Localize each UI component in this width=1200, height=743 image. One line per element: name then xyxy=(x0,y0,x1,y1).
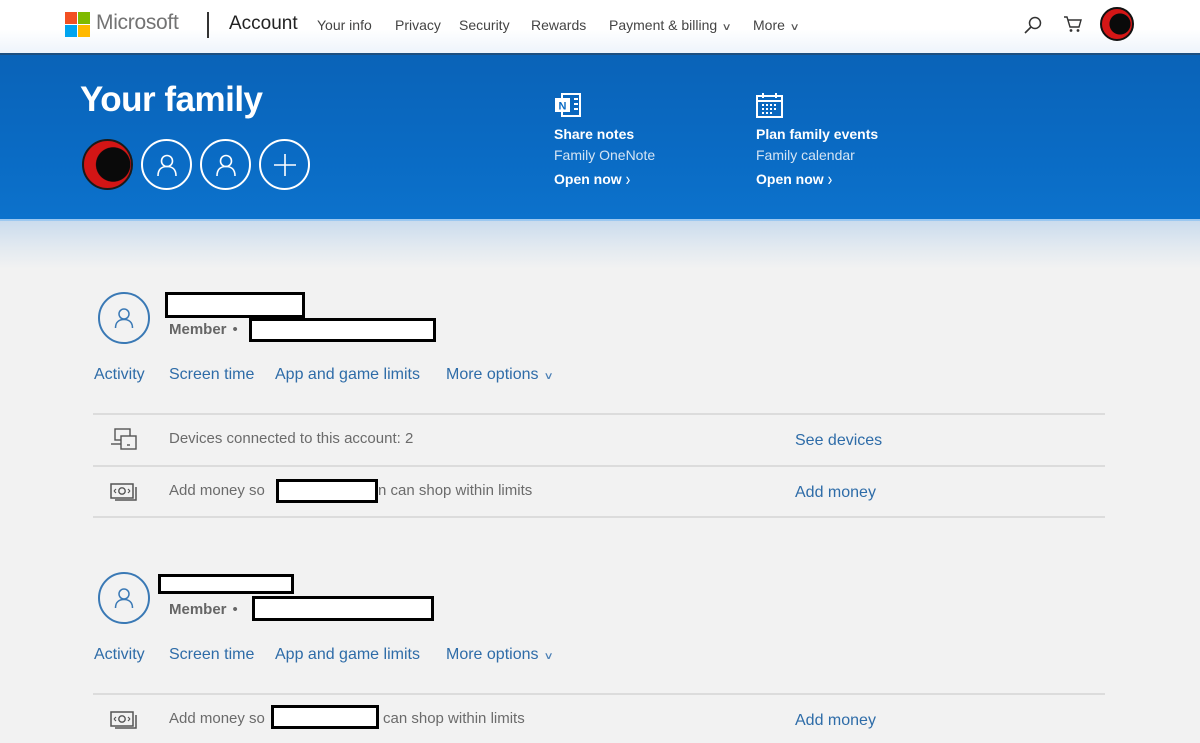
tab-app-game-limits[interactable]: App and game limits xyxy=(275,646,420,664)
promo-subtitle: Family calendar xyxy=(756,147,855,163)
member-name-redacted xyxy=(158,574,294,594)
divider xyxy=(93,465,1105,467)
nav-more[interactable]: More ∨ xyxy=(753,17,800,33)
tab-more-options[interactable]: More options ∨ xyxy=(446,366,554,384)
calendar-icon xyxy=(756,93,783,123)
add-money-text-start: Add money so xyxy=(169,482,265,499)
family-member-avatar[interactable] xyxy=(200,139,251,190)
tab-label: More options xyxy=(446,646,539,663)
nav-rewards[interactable]: Rewards xyxy=(531,17,586,33)
family-member-avatar[interactable] xyxy=(141,139,192,190)
open-calendar-link[interactable]: Open now › xyxy=(756,168,833,190)
nav-privacy[interactable]: Privacy xyxy=(395,17,441,33)
search-icon[interactable] xyxy=(1023,15,1043,40)
role-label: Member xyxy=(169,321,227,338)
person-icon xyxy=(114,308,134,329)
promo-title: Plan family events xyxy=(756,126,879,142)
tab-activity[interactable]: Activity xyxy=(94,366,145,384)
page-title: Your family xyxy=(80,80,263,119)
logo-square-blue xyxy=(65,25,77,37)
link-label: Open now xyxy=(554,171,622,187)
add-money-text-end: can shop within limits xyxy=(383,710,525,727)
nav-label: Payment & billing xyxy=(609,17,718,33)
devices-icon xyxy=(110,428,138,455)
member-role: Member • xyxy=(169,601,238,618)
nav-label: More xyxy=(753,17,785,33)
add-family-member-button[interactable] xyxy=(259,139,310,190)
logo-square-red xyxy=(65,12,77,24)
nav-label: Rewards xyxy=(531,17,587,33)
divider xyxy=(93,413,1105,415)
promo-subtitle: Family OneNote xyxy=(554,147,656,163)
nav-payment-billing[interactable]: Payment & billing ∨ xyxy=(609,17,732,33)
svg-text:N: N xyxy=(559,101,567,113)
onenote-icon: N xyxy=(554,93,582,122)
separator: • xyxy=(232,321,238,338)
member-avatar[interactable] xyxy=(98,292,150,344)
member-email-redacted xyxy=(252,596,434,621)
devices-connected-text: Devices connected to this account: 2 xyxy=(169,430,414,447)
see-devices-link[interactable]: See devices xyxy=(795,432,882,450)
microsoft-logo-icon[interactable] xyxy=(65,12,90,37)
brand-name[interactable]: Microsoft xyxy=(96,11,179,35)
add-money-link[interactable]: Add money xyxy=(795,712,876,730)
person-icon xyxy=(156,154,177,176)
nav-security[interactable]: Security xyxy=(459,17,510,33)
member-name-redacted xyxy=(271,705,379,729)
money-icon xyxy=(110,710,138,735)
chevron-down-icon: ∨ xyxy=(789,22,800,33)
chevron-down-icon: ∨ xyxy=(543,651,554,662)
top-navigation: Microsoft Account Your info Privacy Secu… xyxy=(0,0,1200,55)
add-money-text-end: n can shop within limits xyxy=(378,482,533,499)
logo-square-green xyxy=(78,12,90,24)
role-label: Member xyxy=(169,601,227,618)
nav-label: Privacy xyxy=(395,17,441,33)
tab-activity[interactable]: Activity xyxy=(94,646,145,664)
chevron-right-icon: › xyxy=(625,168,631,190)
tab-more-options[interactable]: More options ∨ xyxy=(446,646,554,664)
profile-avatar[interactable] xyxy=(1100,7,1134,41)
chevron-down-icon: ∨ xyxy=(721,22,732,33)
nav-label: Security xyxy=(459,17,510,33)
member-name-redacted xyxy=(165,292,305,318)
link-label: Open now xyxy=(756,171,824,187)
member-role: Member • xyxy=(169,321,238,338)
member-email-redacted xyxy=(249,318,436,342)
nav-your-info[interactable]: Your info xyxy=(317,17,372,33)
add-icon xyxy=(273,153,296,176)
promo-title: Share notes xyxy=(554,126,635,142)
divider xyxy=(93,516,1105,518)
separator: • xyxy=(232,601,238,618)
person-icon xyxy=(215,154,236,176)
family-member-avatar-self[interactable] xyxy=(82,139,133,190)
logo-square-yellow xyxy=(78,25,90,37)
section-title[interactable]: Account xyxy=(229,13,298,35)
hero-shadow xyxy=(0,219,1200,269)
tab-label: More options xyxy=(446,366,539,383)
tab-app-game-limits[interactable]: App and game limits xyxy=(275,366,420,384)
open-onenote-link[interactable]: Open now › xyxy=(554,168,631,190)
member-name-redacted xyxy=(276,479,378,503)
member-avatar[interactable] xyxy=(98,572,150,624)
add-money-text-start: Add money so xyxy=(169,710,265,727)
money-icon xyxy=(110,482,138,507)
tab-screen-time[interactable]: Screen time xyxy=(169,646,254,664)
brand-divider xyxy=(207,12,209,38)
divider xyxy=(93,693,1105,695)
add-money-link[interactable]: Add money xyxy=(795,484,876,502)
person-icon xyxy=(114,588,134,609)
nav-label: Your info xyxy=(317,17,372,33)
cart-icon[interactable] xyxy=(1063,14,1083,39)
chevron-right-icon: › xyxy=(827,168,833,190)
chevron-down-icon: ∨ xyxy=(543,371,554,382)
tab-screen-time[interactable]: Screen time xyxy=(169,366,254,384)
